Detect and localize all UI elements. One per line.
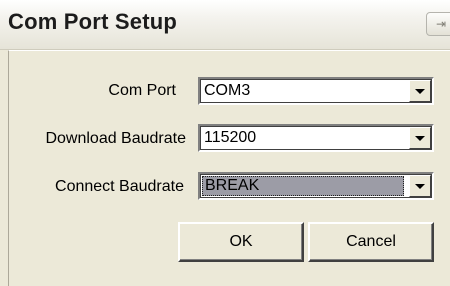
connect-baudrate-label: Connect Baudrate (55, 178, 184, 195)
download-baudrate-dropdown-arrow-icon[interactable] (409, 127, 431, 149)
connect-baudrate-dropdown-arrow-icon[interactable] (409, 175, 431, 197)
connect-baudrate-select[interactable]: BREAK (198, 172, 434, 200)
com-port-dropdown-arrow-icon[interactable] (409, 80, 431, 102)
download-baudrate-select[interactable]: 115200 (198, 124, 434, 152)
com-port-value: COM3 (204, 82, 251, 99)
connect-baudrate-value: BREAK (202, 176, 404, 196)
download-baudrate-label: Download Baudrate (45, 130, 186, 147)
cancel-button[interactable]: Cancel (308, 222, 434, 262)
download-baudrate-value: 115200 (204, 129, 257, 146)
window-title: Com Port Setup (8, 9, 178, 34)
com-port-label: Com Port (108, 82, 176, 99)
title-bar-button[interactable]: ⇥ (426, 12, 450, 36)
restore-icon: ⇥ (436, 17, 447, 31)
com-port-select[interactable]: COM3 (198, 77, 434, 105)
title-bar[interactable]: Com Port Setup ⇥ (0, 0, 450, 50)
ok-button[interactable]: OK (178, 222, 304, 262)
com-port-setup-dialog: Com Port Setup ⇥ Com Port COM3 Download … (0, 0, 450, 286)
